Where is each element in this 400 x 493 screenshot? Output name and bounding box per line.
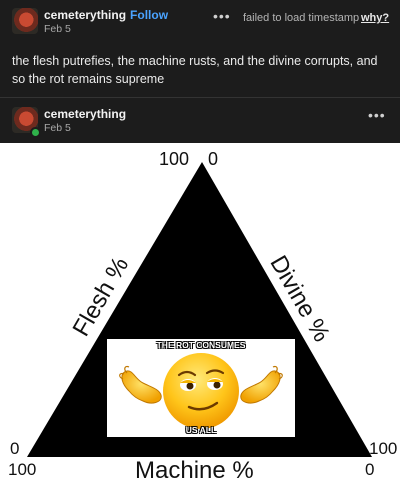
follow-button[interactable]: Follow bbox=[130, 8, 168, 22]
bottom-right-zero-label: 0 bbox=[365, 460, 375, 479]
shrugging-emoji-icon bbox=[119, 353, 283, 429]
meme-caption-bottom: US ALL bbox=[185, 425, 217, 435]
top-zero-label: 0 bbox=[208, 149, 219, 169]
triangle-graphic bbox=[27, 162, 372, 457]
post-text: the flesh putrefies, the machine rusts, … bbox=[12, 54, 378, 86]
post-date: Feb 5 bbox=[44, 23, 71, 35]
reblog-header: cemeterything Feb 5 ••• bbox=[0, 99, 400, 145]
online-badge-icon bbox=[30, 127, 41, 138]
username[interactable]: cemeterything Follow bbox=[44, 8, 168, 22]
meme-caption-top: THE ROT CONSUMES bbox=[156, 340, 246, 350]
emoji-picture: THE ROT CONSUMES US ALL bbox=[107, 339, 295, 437]
divider bbox=[0, 97, 400, 98]
avatar[interactable] bbox=[12, 8, 38, 34]
right-hundred-label: 100 bbox=[369, 439, 398, 458]
more-options-icon[interactable]: ••• bbox=[213, 8, 231, 24]
more-options-icon[interactable]: ••• bbox=[368, 107, 386, 123]
top-value-label: 100 bbox=[159, 149, 190, 169]
post-date: Feb 5 bbox=[44, 122, 71, 134]
meme-image: 100 0 Flesh % Divine % 0 100 100 0 Machi… bbox=[0, 143, 400, 493]
username-text[interactable]: cemeterything bbox=[44, 8, 126, 22]
username-text[interactable]: cemeterything bbox=[44, 107, 126, 121]
machine-axis-label: Machine % bbox=[135, 457, 254, 484]
why-link[interactable]: why? bbox=[361, 12, 389, 24]
post-header: cemeterything Follow Feb 5 ••• failed to … bbox=[0, 0, 400, 46]
bottom-left-hundred-label: 100 bbox=[8, 460, 37, 479]
timestamp-status: failed to load timestamp bbox=[243, 12, 360, 24]
left-zero-label: 0 bbox=[10, 439, 20, 458]
